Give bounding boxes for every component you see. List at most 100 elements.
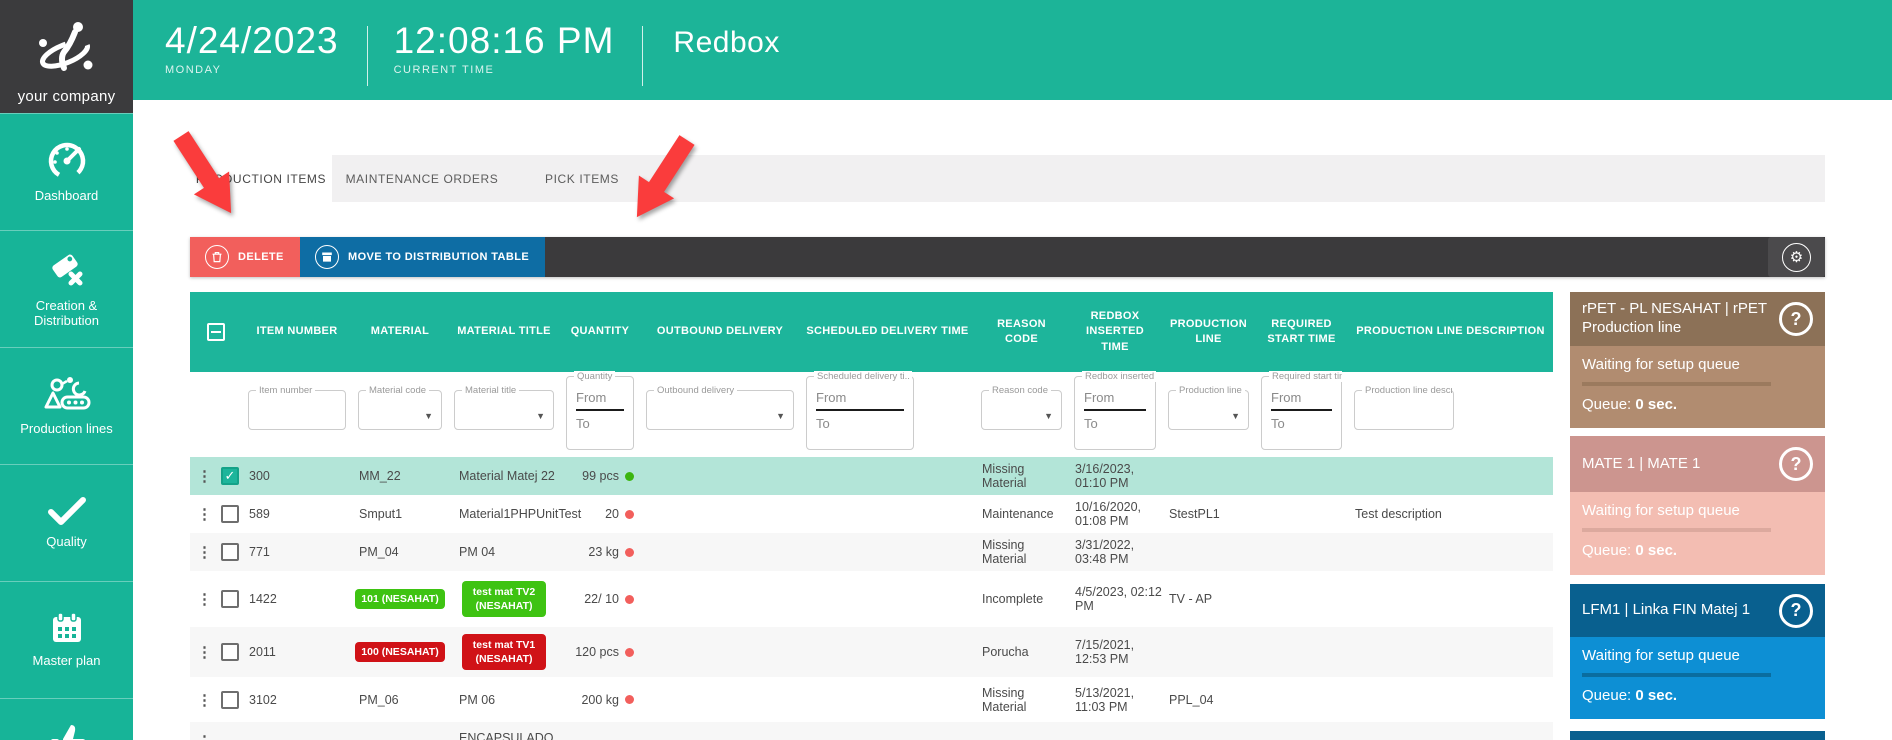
move-to-distribution-button[interactable]: MOVE TO DISTRIBUTION TABLE xyxy=(300,237,545,277)
queue-value: 0 sec. xyxy=(1635,396,1677,413)
row-checkbox[interactable]: ✓ xyxy=(221,467,239,485)
tab-pick-items[interactable]: PICK ITEMS xyxy=(512,155,652,202)
delete-button[interactable]: DELETE xyxy=(190,237,300,277)
filter-to-input[interactable]: To xyxy=(1271,416,1332,431)
filter-production-line[interactable]: Production line ▼ xyxy=(1168,390,1249,430)
cell-material-title: Material1PHPUnitTest xyxy=(448,495,560,533)
header-divider xyxy=(642,26,643,86)
date-block: 4/24/2023 MONDAY xyxy=(165,22,339,76)
help-icon[interactable]: ? xyxy=(1779,447,1813,481)
sidebar-item-quality[interactable]: Quality xyxy=(0,464,133,581)
filter-outbound-delivery[interactable]: Outbound delivery ▼ xyxy=(646,390,794,430)
cell-reason-code: Missing Material xyxy=(975,533,1068,571)
table-body: ⋮✓ 300 MM_22 Material Matej 22 99 pcs Mi… xyxy=(190,457,1553,740)
row-menu-icon[interactable]: ⋮ xyxy=(197,505,212,523)
table-settings-button[interactable]: ⚙ xyxy=(1768,237,1825,277)
row-checkbox[interactable] xyxy=(221,643,239,661)
cell-production-line: TV - AP xyxy=(1162,571,1255,627)
time-block: 12:08:16 PM CURRENT TIME xyxy=(394,22,615,76)
table-row[interactable]: ⋮ 589 Smput1 Material1PHPUnitTest 20 Mai… xyxy=(190,495,1553,533)
row-checkbox[interactable] xyxy=(221,543,239,561)
col-redbox-inserted-time[interactable]: REDBOX INSERTED TIME xyxy=(1068,292,1162,372)
cell-inserted-time: 3/16/2023, 01:10 PM xyxy=(1068,457,1162,495)
col-scheduled-delivery-time[interactable]: SCHEDULED DELIVERY TIME xyxy=(800,292,975,372)
row-menu-icon[interactable]: ⋮ xyxy=(197,590,212,608)
tab-label: MAINTENANCE ORDERS xyxy=(346,172,499,186)
row-checkbox[interactable] xyxy=(221,505,239,523)
filter-from-input[interactable]: From xyxy=(576,390,624,411)
row-checkbox[interactable] xyxy=(221,590,239,608)
filter-item-number[interactable]: Item number xyxy=(248,390,346,430)
sidebar-item-dashboard[interactable]: Dashboard xyxy=(0,113,133,230)
filter-scheduled-delivery-time[interactable]: Scheduled delivery ti.. From To xyxy=(806,376,914,450)
col-required-start-time[interactable]: REQUIRED START TIME xyxy=(1255,292,1348,372)
status-dot-red xyxy=(625,548,634,557)
filter-quantity[interactable]: Quantity From To xyxy=(566,376,634,450)
filter-redbox-inserted-time[interactable]: Redbox inserted time From To xyxy=(1074,376,1156,450)
select-all-cell xyxy=(190,292,242,372)
select-all-checkbox[interactable] xyxy=(207,323,225,341)
line-card-title: MATE 1 | MATE 1 xyxy=(1582,455,1779,474)
top-header: 4/24/2023 MONDAY 12:08:16 PM CURRENT TIM… xyxy=(133,0,1892,100)
company-logo-text: your company xyxy=(18,88,116,105)
table-row-partial[interactable]: ⋮ ENCAPSULADO REL xyxy=(190,722,1553,740)
table-row[interactable]: ⋮ 1422 101 (NESAHAT) test mat TV2 (NESAH… xyxy=(190,571,1553,627)
sidebar-item-production-lines[interactable]: Production lines xyxy=(0,347,133,464)
filter-to-input[interactable]: To xyxy=(816,416,904,431)
table-row[interactable]: ⋮ 771 PM_04 PM 04 23 kg Missing Material… xyxy=(190,533,1553,571)
box-icon xyxy=(315,245,339,269)
cell-production-line: StestPL1 xyxy=(1162,495,1255,533)
cell-line-description: Test description xyxy=(1348,495,1553,533)
filter-from-input[interactable]: From xyxy=(1084,390,1146,411)
help-icon[interactable]: ? xyxy=(1779,594,1813,628)
gauge-icon xyxy=(46,140,88,180)
cell-inserted-time: 3/31/2022, 03:48 PM xyxy=(1068,533,1162,571)
filter-from-input[interactable]: From xyxy=(816,390,904,411)
sidebar-item-master-plan[interactable]: Master plan xyxy=(0,581,133,698)
line-card-partial xyxy=(1570,731,1825,740)
col-production-line[interactable]: PRODUCTION LINE xyxy=(1162,292,1255,372)
line-card-title: LFM1 | Linka FIN Matej 1 xyxy=(1582,601,1779,620)
row-menu-icon[interactable]: ⋮ xyxy=(197,467,212,485)
filter-to-input[interactable]: To xyxy=(1084,416,1146,431)
row-menu-icon[interactable]: ⋮ xyxy=(197,691,212,709)
filter-from-input[interactable]: From xyxy=(1271,390,1332,411)
filter-production-line-description[interactable]: Production line descr... xyxy=(1354,390,1454,430)
sidebar-item-partial[interactable] xyxy=(0,698,133,740)
row-menu-icon[interactable]: ⋮ xyxy=(197,643,212,661)
help-icon[interactable]: ? xyxy=(1779,302,1813,336)
filter-required-start-time[interactable]: Required start time From To xyxy=(1261,376,1342,450)
cell-quantity: 120 pcs xyxy=(575,645,619,659)
row-menu-icon[interactable]: ⋮ xyxy=(197,732,212,740)
filter-reason-code[interactable]: Reason code ▼ xyxy=(981,390,1062,430)
row-menu-icon[interactable]: ⋮ xyxy=(197,543,212,561)
col-production-line-description[interactable]: PRODUCTION LINE DESCRIPTION xyxy=(1348,292,1553,372)
table-row[interactable]: ⋮ 3102 PM_06 PM 06 200 kg Missing Materi… xyxy=(190,677,1553,722)
col-reason-code[interactable]: REASON CODE xyxy=(975,292,1068,372)
thumbs-up-icon xyxy=(45,721,89,740)
sidebar-item-label: Quality xyxy=(44,535,88,550)
col-outbound-delivery[interactable]: OUTBOUND DELIVERY xyxy=(640,292,800,372)
col-quantity[interactable]: QUANTITY xyxy=(560,292,640,372)
row-checkbox[interactable] xyxy=(221,691,239,709)
filter-material-code[interactable]: Material code ▼ xyxy=(358,390,442,430)
filter-to-input[interactable]: To xyxy=(576,416,624,431)
table-row[interactable]: ⋮ 2011 100 (NESAHAT) test mat TV1 (NESAH… xyxy=(190,627,1553,677)
title-badge-red: test mat TV1 (NESAHAT) xyxy=(462,634,546,670)
chevron-down-icon: ▼ xyxy=(1044,411,1053,421)
sidebar-item-creation-distribution[interactable]: Creation & Distribution xyxy=(0,230,133,347)
tab-label: PICK ITEMS xyxy=(545,172,619,186)
col-material[interactable]: MATERIAL xyxy=(352,292,448,372)
cell-inserted-time: 5/13/2021, 11:03 PM xyxy=(1068,677,1162,722)
tab-production-items[interactable]: PRODUCTION ITEMS xyxy=(190,155,332,202)
line-card-mate1: MATE 1 | MATE 1 ? Waiting for setup queu… xyxy=(1570,436,1825,575)
company-logo-icon xyxy=(31,18,103,84)
cell-quantity: 22/ 10 xyxy=(584,592,619,606)
production-lines-panel: rPET - PL NESAHAT | rPET Production line… xyxy=(1570,292,1825,740)
col-item-number[interactable]: ITEM NUMBER xyxy=(242,292,352,372)
table-row[interactable]: ⋮✓ 300 MM_22 Material Matej 22 99 pcs Mi… xyxy=(190,457,1553,495)
tab-maintenance-orders[interactable]: MAINTENANCE ORDERS xyxy=(332,155,512,202)
cell-inserted-time: 7/15/2021, 12:53 PM xyxy=(1068,627,1162,677)
col-material-title[interactable]: MATERIAL TITLE xyxy=(448,292,560,372)
filter-material-title[interactable]: Material title ▼ xyxy=(454,390,554,430)
